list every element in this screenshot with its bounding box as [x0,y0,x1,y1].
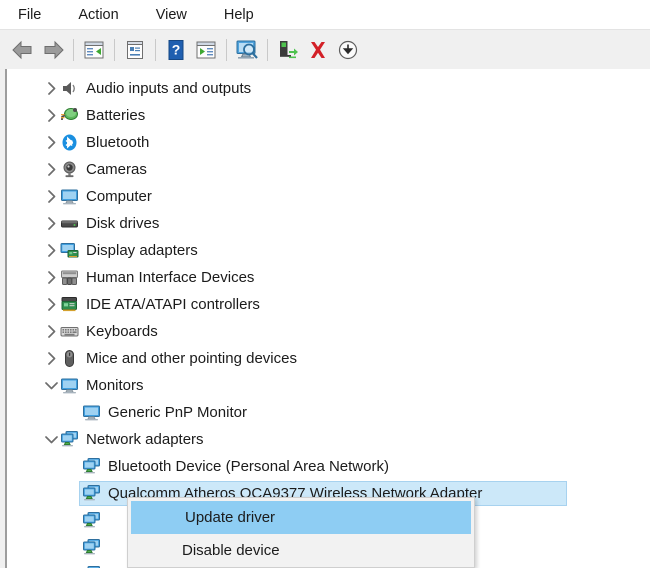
chevron-right-icon[interactable] [43,270,59,286]
tree-item-label: Computer [86,187,152,205]
camera-icon [59,160,79,180]
tree-item-label: IDE ATA/ATAPI controllers [86,295,260,313]
network-adapter-icon [81,565,101,568]
tree-item-network-adapters[interactable]: Network adapters [5,426,650,453]
monitor-icon [81,403,101,423]
chevron-down-icon[interactable] [43,432,59,448]
context-menu-item-disable-device[interactable]: Disable device [128,534,474,567]
menu-help[interactable]: Help [220,5,258,25]
mouse-icon [59,349,79,369]
help-icon[interactable]: ? [161,35,191,65]
properties-icon[interactable] [120,35,150,65]
device-manager-window: File Action View Help ? Audio inputs and… [0,0,650,568]
tree-item-label: Display adapters [86,241,198,259]
network-adapter-icon [81,457,101,477]
network-adapter-icon [59,430,79,450]
chevron-right-icon[interactable] [43,162,59,178]
forward-arrow-icon[interactable] [38,35,68,65]
tree-item-label: Monitors [86,376,144,394]
tree-item-human-interface-devices[interactable]: Human Interface Devices [5,264,650,291]
keyboard-icon [59,322,79,342]
tree-item-label: Network adapters [86,430,204,448]
show-hide-console-tree-icon[interactable] [79,35,109,65]
scan-for-hardware-changes-icon[interactable] [232,35,262,65]
toolbar: ? [0,29,650,69]
network-adapter-icon [81,511,101,531]
monitor-icon [59,376,79,396]
update-driver-icon[interactable] [273,35,303,65]
menu-view[interactable]: View [152,5,191,25]
tree-item-label: Human Interface Devices [86,268,255,286]
tree-item-monitors[interactable]: Monitors [5,372,650,399]
chevron-right-icon[interactable] [43,243,59,259]
battery-icon [59,106,79,126]
computer-icon [59,187,79,207]
chevron-right-icon[interactable] [43,108,59,124]
chevron-right-icon[interactable] [43,351,59,367]
speaker-icon [59,79,79,99]
chevron-down-icon[interactable] [43,378,59,394]
chevron-right-icon[interactable] [43,135,59,151]
chevron-right-icon[interactable] [43,324,59,340]
device-tree: Audio inputs and outputs Batteries Bluet… [5,75,650,568]
toolbar-separator-2 [114,38,115,61]
toolbar-separator-5 [267,38,268,61]
network-adapter-icon [81,484,101,504]
back-arrow-icon[interactable] [8,35,38,65]
disable-device-icon[interactable] [333,35,363,65]
bluetooth-icon [59,133,79,153]
tree-item-mice-and-other-pointing-devices[interactable]: Mice and other pointing devices [5,345,650,372]
tree-item-label: Bluetooth [86,133,150,151]
chevron-right-icon[interactable] [43,297,59,313]
context-menu-item-label: Update driver [185,509,276,526]
tree-item-bluetooth-device-personal-area-network[interactable]: Bluetooth Device (Personal Area Network) [5,453,650,480]
hid-icon [59,268,79,288]
tree-item-cameras[interactable]: Cameras [5,156,650,183]
tree-item-label: Bluetooth Device (Personal Area Network) [108,457,389,475]
display-adapter-icon [59,241,79,261]
svg-text:?: ? [172,41,181,57]
context-menu-item-update-driver[interactable]: Update driver [131,501,471,534]
ide-controller-icon [59,295,79,315]
tree-item-ide-ata-atapi-controllers[interactable]: IDE ATA/ATAPI controllers [5,291,650,318]
context-menu[interactable]: Update driver Disable device [127,497,475,568]
chevron-right-icon[interactable] [43,81,59,97]
show-hide-action-pane-icon[interactable] [191,35,221,65]
chevron-right-icon[interactable] [43,189,59,205]
tree-item-label: Generic PnP Monitor [108,403,247,421]
menu-bar: File Action View Help [0,0,650,29]
tree-item-label: Disk drives [86,214,160,232]
tree-item-generic-pnp-monitor[interactable]: Generic PnP Monitor [5,399,650,426]
tree-item-bluetooth[interactable]: Bluetooth [5,129,650,156]
toolbar-separator-4 [226,38,227,61]
tree-item-computer[interactable]: Computer [5,183,650,210]
tree-item-label: Mice and other pointing devices [86,349,297,367]
network-adapter-icon [81,538,101,558]
tree-item-label: Keyboards [86,322,158,340]
tree-item-display-adapters[interactable]: Display adapters [5,237,650,264]
device-tree-panel[interactable]: Audio inputs and outputs Batteries Bluet… [0,69,650,568]
tree-item-label: Audio inputs and outputs [86,79,252,97]
tree-item-batteries[interactable]: Batteries [5,102,650,129]
disk-drive-icon [59,214,79,234]
tree-item-label: Cameras [86,160,147,178]
tree-item-keyboards[interactable]: Keyboards [5,318,650,345]
menu-action[interactable]: Action [74,5,122,25]
uninstall-device-icon[interactable] [303,35,333,65]
tree-item-label: Batteries [86,106,146,124]
toolbar-separator-1 [73,38,74,61]
toolbar-separator-3 [155,38,156,61]
chevron-right-icon[interactable] [43,216,59,232]
tree-item-audio-inputs-and-outputs[interactable]: Audio inputs and outputs [5,75,650,102]
menu-file[interactable]: File [14,5,45,25]
context-menu-item-label: Disable device [182,542,280,559]
tree-item-disk-drives[interactable]: Disk drives [5,210,650,237]
